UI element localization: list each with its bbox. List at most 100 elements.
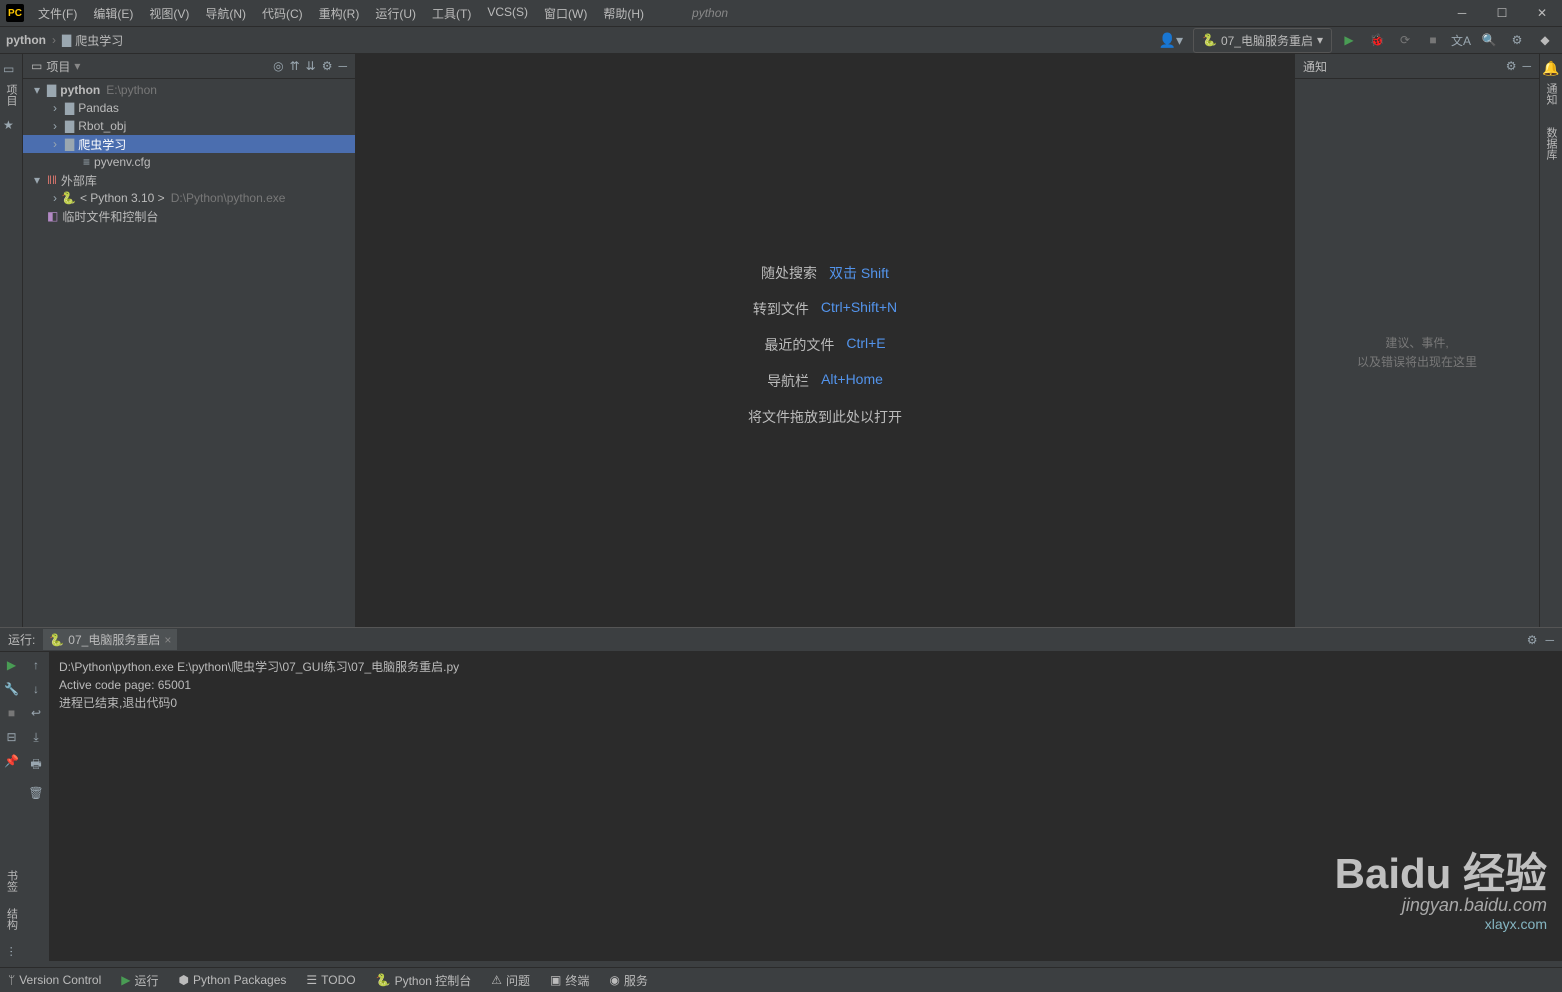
bell-icon[interactable]: 🔔 [1542,60,1559,77]
stop-button[interactable]: ■ [1422,29,1444,51]
chevron-right-icon[interactable]: › [49,191,61,205]
dots-icon[interactable]: ⋯ [5,946,18,957]
status-services[interactable]: ◉服务 [609,972,648,989]
run-console[interactable]: D:\Python\python.exe E:\python\爬虫学习\07_G… [49,652,1562,961]
wrench-icon[interactable]: 🔧 [4,682,19,696]
python-icon: 🐍 [49,633,64,647]
notifications-title: 通知 [1303,58,1327,75]
toolbox-icon[interactable]: ◆ [1534,29,1556,51]
breadcrumb-folder[interactable]: 爬虫学习 [75,32,123,49]
tree-external-libs[interactable]: ▾ ‖‖ 外部库 [23,171,355,189]
tree-item-rbot[interactable]: › ▇ Rbot_obj [23,117,355,135]
minimize-button[interactable]: ─ [1442,0,1482,27]
notif-line2: 以及错误将出现在这里 [1357,353,1477,372]
select-opened-icon[interactable]: ◎ [273,59,283,73]
chevron-down-icon: ▾ [1317,33,1323,47]
tree-item-label: 外部库 [61,172,97,189]
app-icon: PC [6,4,24,22]
hint-drop-label: 将文件拖放到此处以打开 [748,407,902,427]
terminal-icon: ▣ [550,973,561,987]
project-tab-icon[interactable]: ▭ [3,62,19,78]
notif-tab[interactable]: 通知 [1541,77,1561,111]
bookmark-icon[interactable]: ★ [3,118,19,134]
maximize-button[interactable]: ☐ [1482,0,1522,27]
translate-icon[interactable]: 文A [1450,29,1472,51]
project-tab[interactable]: 项目 [1,78,21,112]
status-terminal[interactable]: ▣终端 [550,972,589,989]
tree-root[interactable]: ▾ ▇ python E:\python [23,81,355,99]
trash-icon[interactable]: 🗑 [28,786,43,800]
project-tree[interactable]: ▾ ▇ python E:\python › ▇ Pandas › ▇ Rbot… [23,79,355,627]
gear-icon[interactable]: ⚙ [1506,29,1528,51]
user-icon[interactable]: 👤▾ [1159,32,1183,49]
gear-icon[interactable]: ⚙ [1527,633,1538,647]
hide-panel-icon[interactable]: ─ [1522,59,1531,73]
run-button[interactable]: ▶ [1338,29,1360,51]
menu-navigate[interactable]: 导航(N) [197,1,254,26]
warning-icon: ⚠ [491,973,502,987]
status-run[interactable]: ▶运行 [121,972,158,989]
menu-tools[interactable]: 工具(T) [424,1,479,26]
titlebar: PC 文件(F) 编辑(E) 视图(V) 导航(N) 代码(C) 重构(R) 运… [0,0,1562,27]
up-icon[interactable]: ↑ [33,658,39,672]
hide-panel-icon[interactable]: ─ [1545,633,1554,647]
down-icon[interactable]: ↓ [33,682,39,696]
chevron-down-icon[interactable]: ▾ [31,83,43,97]
menu-edit[interactable]: 编辑(E) [85,1,141,26]
menu-vcs[interactable]: VCS(S) [479,1,536,26]
folder-icon: ▇ [65,101,74,115]
rerun-button[interactable]: ▶ [7,658,16,672]
packages-icon: ⬢ [179,973,189,987]
scroll-icon[interactable]: ⤓ [33,730,38,745]
collapse-all-icon[interactable]: ⇊ [306,59,316,73]
breadcrumb[interactable]: python › ▇ 爬虫学习 [6,32,123,49]
tree-python-lib[interactable]: › 🐍 < Python 3.10 > D:\Python\python.exe [23,189,355,207]
python-icon: 🐍 [61,191,76,205]
softwrap-icon[interactable]: ↩ [31,706,41,720]
close-tab-icon[interactable]: × [164,633,171,647]
structure-tab[interactable]: 结构 [4,908,20,930]
print-icon[interactable]: 🖶 [30,755,41,776]
menu-window[interactable]: 窗口(W) [536,1,595,26]
menu-refactor[interactable]: 重构(R) [311,1,368,26]
hide-panel-icon[interactable]: ─ [338,59,347,73]
pin-icon[interactable]: 📌 [4,754,19,768]
gear-icon[interactable]: ⚙ [322,59,333,73]
run-tab[interactable]: 🐍 07_电脑服务重启 × [43,629,177,650]
layout-icon[interactable]: ⊟ [6,730,16,744]
search-icon[interactable]: 🔍 [1478,29,1500,51]
status-vcs[interactable]: ᛘVersion Control [8,973,101,987]
status-packages[interactable]: ⬢Python Packages [179,973,287,987]
chevron-right-icon[interactable]: › [49,101,61,115]
tree-item-spider[interactable]: › ▇ 爬虫学习 [23,135,355,153]
tree-scratches[interactable]: ◧ 临时文件和控制台 [23,207,355,225]
bookmark-tab[interactable]: 书签 [4,870,20,892]
breadcrumb-root[interactable]: python [6,33,46,47]
run-with-coverage-button[interactable]: ⟳ [1394,29,1416,51]
menu-file[interactable]: 文件(F) [30,1,85,26]
chevron-right-icon[interactable]: › [49,119,61,133]
status-todo[interactable]: ☰TODO [306,973,355,987]
console-line: D:\Python\python.exe E:\python\爬虫学习\07_G… [59,658,1552,676]
close-button[interactable]: ✕ [1522,0,1562,27]
status-console[interactable]: 🐍Python 控制台 [376,972,472,989]
run-configuration-selector[interactable]: 🐍 07_电脑服务重启 ▾ [1193,28,1332,53]
chevron-down-icon[interactable]: ▾ [31,173,43,187]
debug-button[interactable]: 🐞 [1366,29,1388,51]
run-panel-title: 运行: [8,631,35,648]
chevron-down-icon[interactable]: ▾ [74,59,80,73]
menu-help[interactable]: 帮助(H) [595,1,652,26]
tree-item-pandas[interactable]: › ▇ Pandas [23,99,355,117]
stop-button[interactable]: ■ [8,706,15,720]
menu-code[interactable]: 代码(C) [254,1,311,26]
tree-item-pyvenv[interactable]: ≡ pyvenv.cfg [23,153,355,171]
chevron-right-icon[interactable]: › [49,137,61,151]
gear-icon[interactable]: ⚙ [1506,59,1517,73]
db-tab[interactable]: 数据库 [1541,121,1561,166]
status-problems[interactable]: ⚠问题 [491,972,530,989]
status-label: Version Control [19,973,101,987]
menu-run[interactable]: 运行(U) [367,1,424,26]
chevron-right-icon: › [52,33,56,47]
menu-view[interactable]: 视图(V) [141,1,197,26]
expand-all-icon[interactable]: ⇈ [290,59,300,73]
